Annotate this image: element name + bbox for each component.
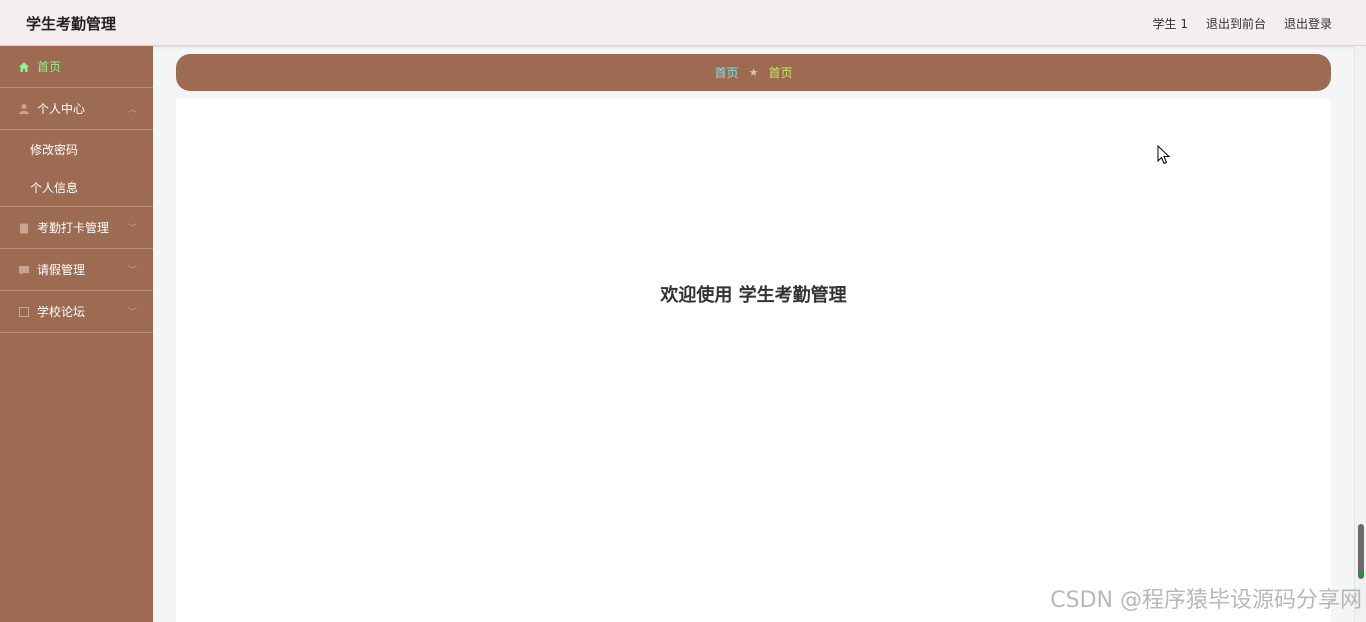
- top-header: 学生考勤管理 学生 1 退出到前台 退出登录: [0, 0, 1366, 46]
- forum-icon: [19, 306, 29, 317]
- welcome-message: 欢迎使用 学生考勤管理: [660, 285, 847, 306]
- sidebar-subitem-label: 个人信息: [30, 180, 79, 195]
- app-title: 学生考勤管理: [26, 15, 117, 33]
- breadcrumb-item-home[interactable]: 首页: [715, 64, 739, 81]
- sidebar-subitem-personal-info[interactable]: 个人信息: [0, 168, 153, 206]
- top-links: 学生 1 退出到前台 退出登录: [1153, 15, 1332, 32]
- personal-center-submenu: 修改密码 个人信息: [0, 130, 153, 207]
- sidebar-subitem-change-password[interactable]: 修改密码: [0, 130, 153, 168]
- content-panel: 欢迎使用 学生考勤管理: [176, 99, 1331, 622]
- breadcrumb: 首页 ★ 首页: [176, 54, 1331, 91]
- current-user-link[interactable]: 学生 1: [1153, 15, 1188, 32]
- chevron-down-icon: ﹀: [127, 224, 137, 234]
- sidebar-item-label: 考勤打卡管理: [37, 221, 110, 235]
- page-scrollbar[interactable]: [1354, 46, 1366, 622]
- user-icon: [19, 103, 29, 114]
- main-area: 首页 ★ 首页 欢迎使用 学生考勤管理: [153, 46, 1354, 622]
- clipboard-icon: [20, 223, 28, 233]
- scrollbar-thumb[interactable]: [1358, 524, 1364, 579]
- sidebar-item-label: 学校论坛: [37, 305, 86, 319]
- watermark: CSDN @程序猿毕设源码分享网: [1050, 588, 1362, 613]
- sidebar-item-attendance[interactable]: 考勤打卡管理 ﹀: [0, 207, 153, 249]
- mouse-cursor-icon: [1157, 145, 1171, 165]
- sidebar-item-home[interactable]: 首页: [0, 46, 153, 88]
- sidebar-item-forum[interactable]: 学校论坛 ﹀: [0, 291, 153, 333]
- message-icon: [19, 265, 29, 275]
- chevron-up-icon: ︿: [127, 105, 137, 115]
- chevron-down-icon: ﹀: [127, 266, 137, 276]
- sidebar-item-personal-center[interactable]: 个人中心 ︿: [0, 88, 153, 130]
- logout-link[interactable]: 退出登录: [1284, 15, 1332, 32]
- sidebar-item-label: 首页: [37, 60, 62, 74]
- sidebar: 首页 个人中心 ︿ 修改密码 个人信息 考勤打卡管理 ﹀ 请假管理 ﹀ 学校论坛…: [0, 46, 153, 622]
- chevron-down-icon: ﹀: [127, 308, 137, 318]
- sidebar-item-label: 请假管理: [37, 263, 86, 277]
- breadcrumb-item-current: 首页: [768, 66, 793, 80]
- breadcrumb-separator-icon: ★: [748, 66, 759, 79]
- home-icon: [19, 61, 29, 72]
- sidebar-item-label: 个人中心: [37, 102, 86, 116]
- sidebar-item-leave[interactable]: 请假管理 ﹀: [0, 249, 153, 291]
- sidebar-subitem-label: 修改密码: [30, 142, 79, 157]
- back-to-front-link[interactable]: 退出到前台: [1206, 15, 1266, 32]
